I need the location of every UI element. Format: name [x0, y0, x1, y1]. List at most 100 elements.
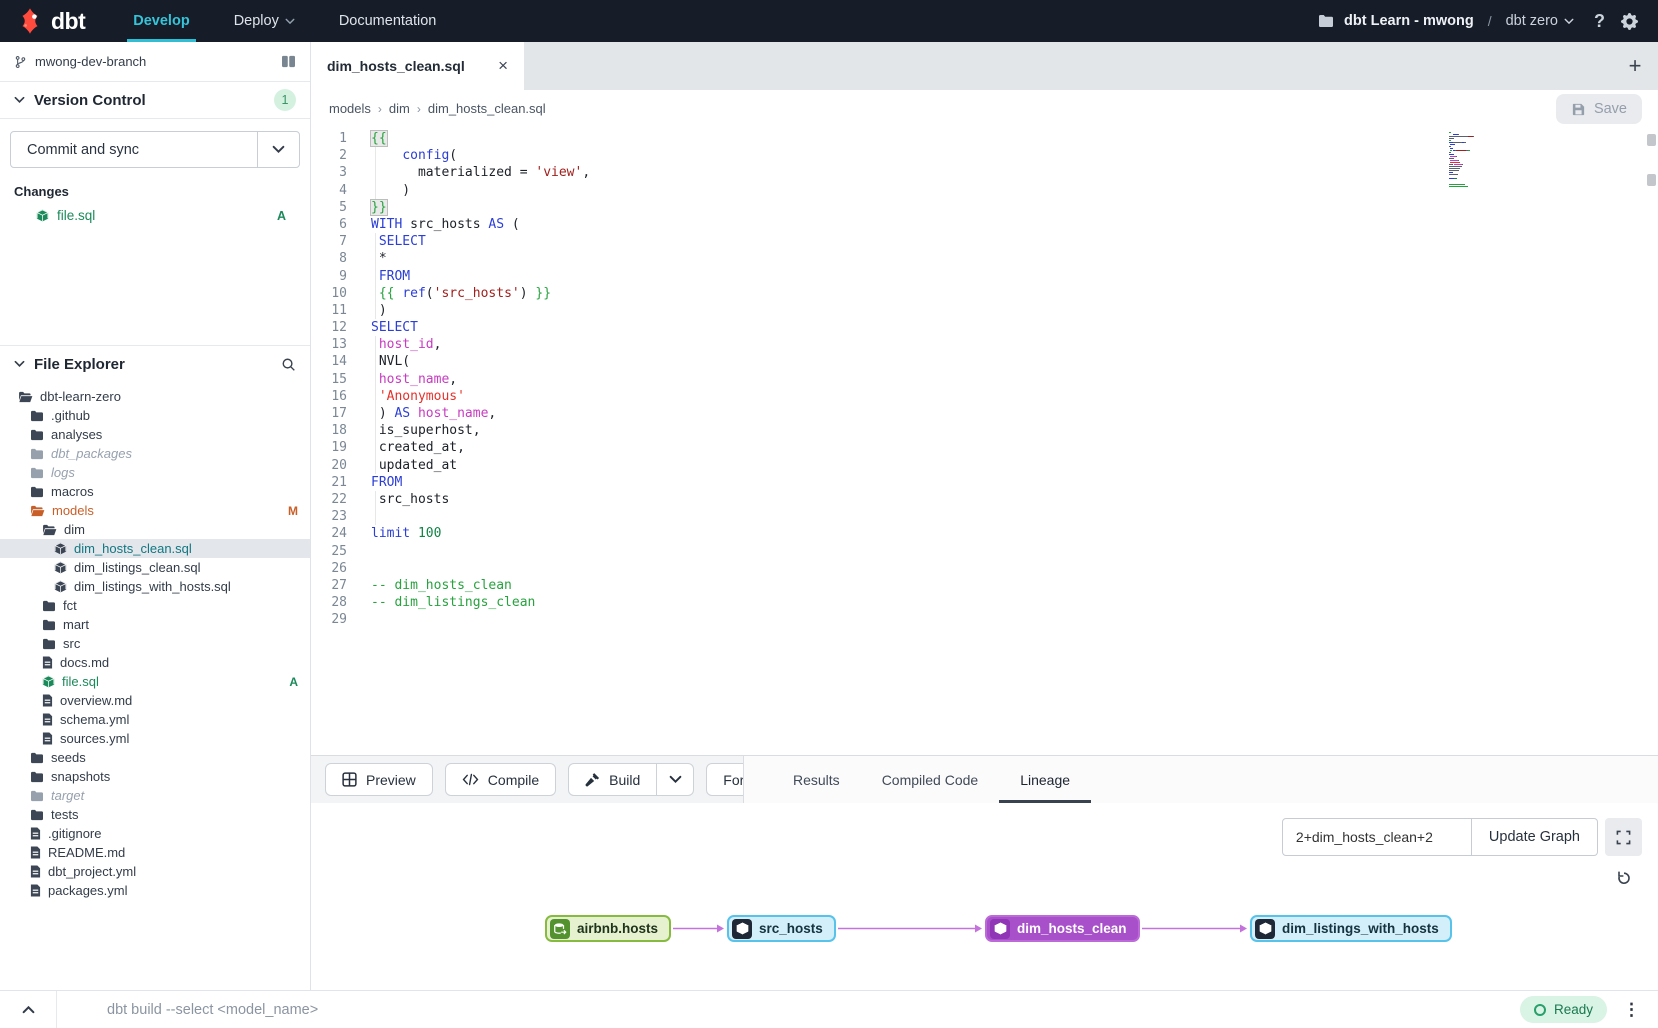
dbt-logo[interactable]: dbt: [0, 7, 111, 35]
commit-options-button[interactable]: [257, 132, 299, 167]
tree-folder-analyses[interactable]: analyses: [0, 425, 310, 444]
commit-and-sync-button[interactable]: Commit and sync: [10, 131, 300, 168]
tree-file-schema-yml[interactable]: schema.yml: [0, 710, 310, 729]
build-options-button[interactable]: [657, 763, 694, 796]
lineage-node-dim-listings-with-hosts[interactable]: dim_listings_with_hosts: [1250, 915, 1452, 942]
help-icon[interactable]: ?: [1594, 11, 1605, 32]
tree-folder-dim[interactable]: dim: [0, 520, 310, 539]
model-icon: [54, 561, 67, 574]
minimap[interactable]: [1449, 132, 1493, 190]
version-control-header[interactable]: Version Control 1: [0, 82, 310, 119]
line-number: 14: [311, 353, 347, 370]
breadcrumb-separator: ›: [417, 102, 421, 116]
tree-folder-snapshots[interactable]: snapshots: [0, 767, 310, 786]
tree-folder-models[interactable]: modelsM: [0, 501, 310, 520]
table-icon: [342, 772, 357, 787]
breadcrumb-item[interactable]: models: [329, 101, 371, 116]
git-branch-icon: [14, 55, 27, 69]
tree-folder-dbt-learn-zero[interactable]: dbt-learn-zero: [0, 387, 310, 406]
code-icon: [462, 773, 479, 786]
kebab-menu-icon[interactable]: ⋮: [1623, 1000, 1640, 1020]
lineage-node-airbnb-hosts[interactable]: airbnb.hosts: [545, 915, 671, 942]
tree-folder-src[interactable]: src: [0, 634, 310, 653]
gear-icon[interactable]: [1621, 13, 1638, 30]
tree-folder-logs[interactable]: logs: [0, 463, 310, 482]
file-explorer-title: File Explorer: [34, 356, 125, 373]
preview-button[interactable]: Preview: [325, 763, 433, 796]
tree-file-readme-md[interactable]: README.md: [0, 843, 310, 862]
tree-file-dim-listings-clean-sql[interactable]: dim_listings_clean.sql: [0, 558, 310, 577]
nav-deploy[interactable]: Deploy: [212, 0, 317, 42]
search-icon[interactable]: [281, 357, 296, 372]
branch-row[interactable]: mwong-dev-branch: [0, 42, 310, 82]
code-line: limit 100: [371, 525, 1658, 542]
new-tab-icon[interactable]: +: [1612, 42, 1658, 90]
line-number: 2: [311, 147, 347, 164]
code-line: FROM: [371, 268, 1658, 285]
file-icon: [30, 865, 41, 878]
tree-folder-fct[interactable]: fct: [0, 596, 310, 615]
version-control-title: Version Control: [34, 92, 146, 109]
tab-lineage[interactable]: Lineage: [999, 756, 1091, 803]
compile-button[interactable]: Compile: [445, 763, 556, 796]
tree-folder-target[interactable]: target: [0, 786, 310, 805]
editor-scrollbar[interactable]: [1647, 131, 1656, 751]
line-number: 29: [311, 611, 347, 628]
model-icon: [1255, 919, 1275, 939]
folder-icon: [30, 486, 44, 498]
nav-documentation[interactable]: Documentation: [317, 0, 459, 42]
tree-file-dim-listings-with-hosts-sql[interactable]: dim_listings_with_hosts.sql: [0, 577, 310, 596]
command-input[interactable]: [57, 1002, 1520, 1018]
line-number: 17: [311, 405, 347, 422]
tab-results[interactable]: Results: [772, 756, 861, 803]
tree-folder-seeds[interactable]: seeds: [0, 748, 310, 767]
code-line: SELECT: [371, 319, 1658, 336]
tree-file-dbt-project-yml[interactable]: dbt_project.yml: [0, 862, 310, 881]
tree-file-file-sql[interactable]: file.sqlA: [0, 672, 310, 691]
code-editor[interactable]: 1234567891011121314151617181920212223242…: [311, 127, 1658, 755]
chevron-down-icon: [14, 96, 25, 104]
folder-open-icon: [30, 505, 45, 517]
breadcrumb-item[interactable]: dim: [389, 101, 410, 116]
code-line: is_superhost,: [371, 422, 1658, 439]
nav-develop[interactable]: Develop: [111, 0, 211, 42]
lineage-node-src-hosts[interactable]: src_hosts: [727, 915, 836, 942]
folder-icon: [30, 467, 44, 479]
tree-folder--github[interactable]: .github: [0, 406, 310, 425]
folder-icon: [1318, 14, 1334, 28]
tree-file-sources-yml[interactable]: sources.yml: [0, 729, 310, 748]
environment-selector[interactable]: dbt zero: [1506, 13, 1574, 29]
build-button[interactable]: Build: [568, 763, 657, 796]
line-number: 24: [311, 525, 347, 542]
breadcrumb-item[interactable]: dim_hosts_clean.sql: [428, 101, 546, 116]
logo-text: dbt: [51, 8, 85, 35]
code-line: SELECT: [371, 233, 1658, 250]
lineage-node-dim-hosts-clean[interactable]: dim_hosts_clean: [985, 915, 1140, 942]
file-icon: [42, 732, 53, 745]
folder-icon: [30, 429, 44, 441]
save-button[interactable]: Save: [1556, 94, 1642, 124]
tree-file-dim-hosts-clean-sql[interactable]: dim_hosts_clean.sql: [0, 539, 310, 558]
tree-file-docs-md[interactable]: docs.md: [0, 653, 310, 672]
tree-folder-mart[interactable]: mart: [0, 615, 310, 634]
changed-file[interactable]: file.sqlA: [10, 205, 300, 226]
code-line: }}: [371, 199, 1658, 216]
split-view-icon[interactable]: [281, 55, 296, 68]
tree-file--gitignore[interactable]: .gitignore: [0, 824, 310, 843]
close-icon[interactable]: ×: [498, 56, 508, 76]
account-project[interactable]: dbt Learn - mwong: [1344, 13, 1474, 29]
tree-folder-macros[interactable]: macros: [0, 482, 310, 501]
tree-folder-tests[interactable]: tests: [0, 805, 310, 824]
tree-folder-dbt-packages[interactable]: dbt_packages: [0, 444, 310, 463]
tab-compiled-code[interactable]: Compiled Code: [861, 756, 1000, 803]
chevron-up-icon[interactable]: [0, 1005, 56, 1014]
line-number: 19: [311, 439, 347, 456]
tree-file-overview-md[interactable]: overview.md: [0, 691, 310, 710]
file-explorer-header[interactable]: File Explorer: [0, 345, 310, 382]
git-status-badge: A: [289, 675, 298, 689]
tree-file-packages-yml[interactable]: packages.yml: [0, 881, 310, 900]
branch-name: mwong-dev-branch: [35, 54, 146, 69]
line-number: 21: [311, 474, 347, 491]
lineage-panel: Update Graph airbnb.hostssrc_hostsdim_ho…: [311, 803, 1658, 990]
tab-dim-hosts-clean[interactable]: dim_hosts_clean.sql ×: [311, 42, 524, 90]
